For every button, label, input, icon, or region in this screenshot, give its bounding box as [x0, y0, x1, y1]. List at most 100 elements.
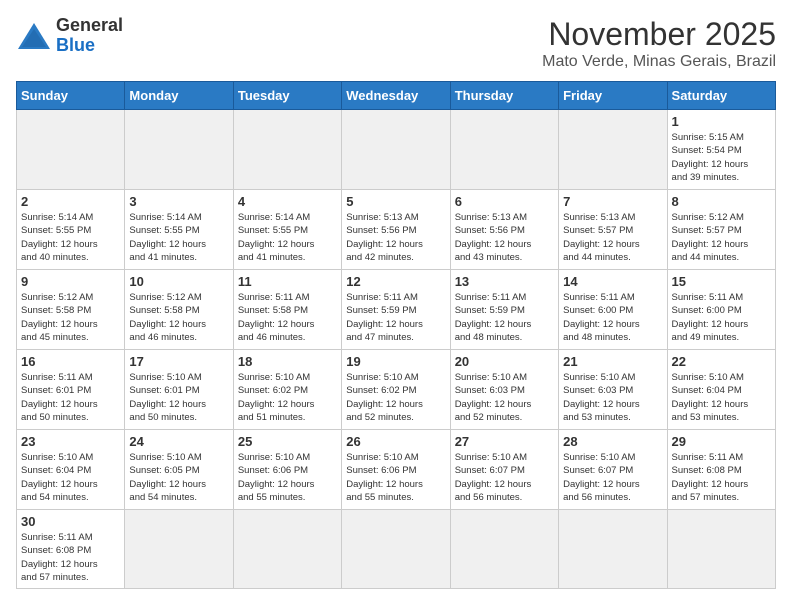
calendar-cell: 25 Sunrise: 5:10 AM Sunset: 6:06 PM Dayli… [233, 430, 341, 510]
day-info: Sunrise: 5:13 AM Sunset: 5:56 PM Dayligh… [455, 211, 554, 264]
calendar-cell [450, 510, 558, 589]
day-info: Sunrise: 5:11 AM Sunset: 6:08 PM Dayligh… [21, 531, 120, 584]
day-info: Sunrise: 5:11 AM Sunset: 6:00 PM Dayligh… [672, 291, 771, 344]
day-info: Sunrise: 5:14 AM Sunset: 5:55 PM Dayligh… [238, 211, 337, 264]
day-number: 8 [672, 194, 771, 209]
day-info: Sunrise: 5:12 AM Sunset: 5:57 PM Dayligh… [672, 211, 771, 264]
logo-icon [16, 21, 52, 51]
day-number: 19 [346, 354, 445, 369]
day-number: 30 [21, 514, 120, 529]
day-number: 18 [238, 354, 337, 369]
calendar-week-2: 9 Sunrise: 5:12 AM Sunset: 5:58 PM Daylig… [17, 270, 776, 350]
logo: GeneralBlue [16, 16, 123, 56]
calendar-cell [342, 510, 450, 589]
day-number: 16 [21, 354, 120, 369]
calendar-cell [667, 510, 775, 589]
day-number: 27 [455, 434, 554, 449]
calendar-cell: 23 Sunrise: 5:10 AM Sunset: 6:04 PM Dayli… [17, 430, 125, 510]
day-info: Sunrise: 5:10 AM Sunset: 6:03 PM Dayligh… [455, 371, 554, 424]
page-header: GeneralBlue November 2025 Mato Verde, Mi… [16, 16, 776, 71]
day-number: 20 [455, 354, 554, 369]
day-number: 26 [346, 434, 445, 449]
day-info: Sunrise: 5:12 AM Sunset: 5:58 PM Dayligh… [21, 291, 120, 344]
calendar-cell [233, 110, 341, 190]
weekday-header-row: SundayMondayTuesdayWednesdayThursdayFrid… [17, 82, 776, 110]
calendar-cell: 6 Sunrise: 5:13 AM Sunset: 5:56 PM Daylig… [450, 190, 558, 270]
day-number: 6 [455, 194, 554, 209]
weekday-header-thursday: Thursday [450, 82, 558, 110]
month-title: November 2025 [542, 16, 776, 53]
calendar-cell: 27 Sunrise: 5:10 AM Sunset: 6:07 PM Dayli… [450, 430, 558, 510]
day-number: 5 [346, 194, 445, 209]
day-number: 13 [455, 274, 554, 289]
day-number: 1 [672, 114, 771, 129]
calendar-cell: 16Sunrise: 5:11 AM Sunset: 6:01 PM Dayli… [17, 350, 125, 430]
calendar-cell: 13 Sunrise: 5:11 AM Sunset: 5:59 PM Dayli… [450, 270, 558, 350]
day-info: Sunrise: 5:14 AM Sunset: 5:55 PM Dayligh… [129, 211, 228, 264]
day-info: Sunrise: 5:10 AM Sunset: 6:02 PM Dayligh… [346, 371, 445, 424]
day-number: 25 [238, 434, 337, 449]
calendar-cell [342, 110, 450, 190]
day-info: Sunrise: 5:10 AM Sunset: 6:07 PM Dayligh… [455, 451, 554, 504]
calendar-table: SundayMondayTuesdayWednesdayThursdayFrid… [16, 81, 776, 589]
day-number: 24 [129, 434, 228, 449]
calendar-cell: 1Sunrise: 5:15 AM Sunset: 5:54 PM Daylig… [667, 110, 775, 190]
calendar-cell: 2Sunrise: 5:14 AM Sunset: 5:55 PM Daylig… [17, 190, 125, 270]
day-info: Sunrise: 5:11 AM Sunset: 6:08 PM Dayligh… [672, 451, 771, 504]
calendar-cell: 11Sunrise: 5:11 AM Sunset: 5:58 PM Dayli… [233, 270, 341, 350]
calendar-cell: 3 Sunrise: 5:14 AM Sunset: 5:55 PM Daylig… [125, 190, 233, 270]
calendar-cell: 28 Sunrise: 5:10 AM Sunset: 6:07 PM Dayli… [559, 430, 667, 510]
day-number: 15 [672, 274, 771, 289]
calendar-cell: 20 Sunrise: 5:10 AM Sunset: 6:03 PM Dayli… [450, 350, 558, 430]
day-info: Sunrise: 5:10 AM Sunset: 6:03 PM Dayligh… [563, 371, 662, 424]
title-section: November 2025 Mato Verde, Minas Gerais, … [542, 16, 776, 71]
calendar-cell [450, 110, 558, 190]
calendar-cell: 24 Sunrise: 5:10 AM Sunset: 6:05 PM Dayli… [125, 430, 233, 510]
day-info: Sunrise: 5:12 AM Sunset: 5:58 PM Dayligh… [129, 291, 228, 344]
calendar-week-0: 1Sunrise: 5:15 AM Sunset: 5:54 PM Daylig… [17, 110, 776, 190]
calendar-week-4: 23 Sunrise: 5:10 AM Sunset: 6:04 PM Dayli… [17, 430, 776, 510]
day-info: Sunrise: 5:11 AM Sunset: 5:59 PM Dayligh… [346, 291, 445, 344]
weekday-header-tuesday: Tuesday [233, 82, 341, 110]
day-info: Sunrise: 5:10 AM Sunset: 6:02 PM Dayligh… [238, 371, 337, 424]
calendar-cell: 21 Sunrise: 5:10 AM Sunset: 6:03 PM Dayli… [559, 350, 667, 430]
day-number: 9 [21, 274, 120, 289]
day-number: 28 [563, 434, 662, 449]
calendar-cell: 18 Sunrise: 5:10 AM Sunset: 6:02 PM Dayli… [233, 350, 341, 430]
day-number: 12 [346, 274, 445, 289]
day-number: 11 [238, 274, 337, 289]
day-info: Sunrise: 5:10 AM Sunset: 6:07 PM Dayligh… [563, 451, 662, 504]
calendar-cell: 19 Sunrise: 5:10 AM Sunset: 6:02 PM Dayli… [342, 350, 450, 430]
calendar-cell: 5Sunrise: 5:13 AM Sunset: 5:56 PM Daylig… [342, 190, 450, 270]
weekday-header-monday: Monday [125, 82, 233, 110]
calendar-cell [125, 510, 233, 589]
day-number: 3 [129, 194, 228, 209]
day-info: Sunrise: 5:10 AM Sunset: 6:04 PM Dayligh… [672, 371, 771, 424]
calendar-cell: 12 Sunrise: 5:11 AM Sunset: 5:59 PM Dayli… [342, 270, 450, 350]
calendar-week-1: 2Sunrise: 5:14 AM Sunset: 5:55 PM Daylig… [17, 190, 776, 270]
calendar-cell: 29 Sunrise: 5:11 AM Sunset: 6:08 PM Dayli… [667, 430, 775, 510]
day-number: 23 [21, 434, 120, 449]
day-number: 21 [563, 354, 662, 369]
logo-text: GeneralBlue [56, 16, 123, 56]
day-info: Sunrise: 5:10 AM Sunset: 6:04 PM Dayligh… [21, 451, 120, 504]
day-info: Sunrise: 5:10 AM Sunset: 6:06 PM Dayligh… [238, 451, 337, 504]
calendar-cell [233, 510, 341, 589]
day-info: Sunrise: 5:14 AM Sunset: 5:55 PM Dayligh… [21, 211, 120, 264]
day-number: 14 [563, 274, 662, 289]
day-info: Sunrise: 5:10 AM Sunset: 6:05 PM Dayligh… [129, 451, 228, 504]
day-info: Sunrise: 5:11 AM Sunset: 5:59 PM Dayligh… [455, 291, 554, 344]
calendar-cell [17, 110, 125, 190]
location-title: Mato Verde, Minas Gerais, Brazil [542, 53, 776, 71]
day-number: 17 [129, 354, 228, 369]
calendar-cell: 7Sunrise: 5:13 AM Sunset: 5:57 PM Daylig… [559, 190, 667, 270]
day-info: Sunrise: 5:11 AM Sunset: 6:00 PM Dayligh… [563, 291, 662, 344]
calendar-cell [559, 510, 667, 589]
calendar-cell: 15 Sunrise: 5:11 AM Sunset: 6:00 PM Dayli… [667, 270, 775, 350]
day-info: Sunrise: 5:13 AM Sunset: 5:57 PM Dayligh… [563, 211, 662, 264]
calendar-cell: 9 Sunrise: 5:12 AM Sunset: 5:58 PM Daylig… [17, 270, 125, 350]
day-number: 10 [129, 274, 228, 289]
calendar-week-5: 30 Sunrise: 5:11 AM Sunset: 6:08 PM Dayli… [17, 510, 776, 589]
day-number: 29 [672, 434, 771, 449]
weekday-header-friday: Friday [559, 82, 667, 110]
